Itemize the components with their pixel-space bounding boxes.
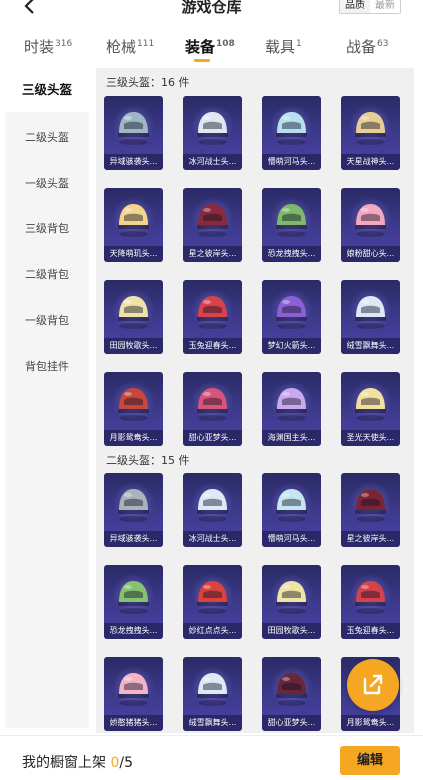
share-button[interactable] [347, 659, 399, 711]
item-name: 冰河战士头... [183, 531, 242, 547]
item-name: 绒雪飘舞头... [183, 715, 242, 731]
sidebar-item-level2-backpack[interactable]: 二级背包 [5, 266, 89, 282]
sort-option-quality[interactable]: 品质 [340, 0, 370, 13]
item-card[interactable]: 恐龙拽拽头... [262, 188, 321, 262]
item-name: 田园牧歌头... [104, 338, 163, 354]
section-title-level3-helmet: 三级头盔：16 件 [106, 76, 190, 89]
sidebar-item-level3-backpack[interactable]: 三级背包 [5, 220, 89, 236]
item-card[interactable]: 甜心亚梦头... [183, 372, 242, 446]
item-grid[interactable]: 三级头盔：16 件 二级头盔：15 件 异域骇袭头... 冰河战士头... 懵萌河马… [96, 68, 414, 733]
item-card[interactable]: 田园牧歌头... [104, 280, 163, 354]
item-name: 恐龙拽拽头... [104, 623, 163, 639]
item-card[interactable]: 月影鸳鸯头... [104, 372, 163, 446]
sidebar-item-level1-backpack[interactable]: 一级背包 [5, 312, 89, 328]
bottom-bar: 我的橱窗上架 0/5 编辑 [0, 735, 423, 780]
item-card[interactable]: 星之彼岸头... [183, 188, 242, 262]
edit-button[interactable]: 编辑 [340, 746, 400, 775]
item-card[interactable]: 海渊国主头... [262, 372, 321, 446]
item-name: 甜心亚梦头... [262, 715, 321, 731]
item-name: 星之彼岸头... [183, 246, 242, 262]
item-name: 甜心亚梦头... [183, 430, 242, 446]
item-card[interactable]: 娇憨猪猪头... [104, 657, 163, 731]
item-name: 星之彼岸头... [341, 531, 400, 547]
item-card[interactable]: 恐龙拽拽头... [104, 565, 163, 639]
item-card[interactable]: 冰河战士头... [183, 473, 242, 547]
item-card[interactable]: 天星战神头... [341, 96, 400, 170]
item-name: 娇憨猪猪头... [104, 715, 163, 731]
item-card[interactable]: 甜心亚梦头... [262, 657, 321, 731]
item-name: 梦幻火箭头... [262, 338, 321, 354]
sidebar-item-level1-helmet[interactable]: 一级头盔 [5, 175, 89, 191]
item-name: 月影鸳鸯头... [341, 715, 400, 731]
item-card[interactable]: 玉兔迎春头... [341, 565, 400, 639]
sort-option-newest[interactable]: 最新 [370, 0, 400, 13]
item-name: 海渊国主头... [262, 430, 321, 446]
item-card[interactable]: 田园牧歌头... [262, 565, 321, 639]
item-card[interactable]: 异域骇袭头... [104, 473, 163, 547]
item-card[interactable]: 星之彼岸头... [341, 473, 400, 547]
item-name: 冰河战士头... [183, 154, 242, 170]
item-name: 天星战神头... [341, 154, 400, 170]
sidebar-item-level3-helmet[interactable]: 三级头盔 [5, 68, 89, 112]
share-icon [363, 674, 383, 695]
item-name: 玉兔迎春头... [183, 338, 242, 354]
item-card[interactable]: 妙红点点头... [183, 565, 242, 639]
item-card[interactable]: 圣光天使头... [341, 372, 400, 446]
item-card[interactable]: 梦幻火箭头... [262, 280, 321, 354]
section-title-level2-helmet: 二级头盔：15 件 [106, 454, 190, 467]
item-name: 异域骇袭头... [104, 154, 163, 170]
tab-active-indicator [194, 59, 210, 62]
item-name: 圣光天使头... [341, 430, 400, 446]
tab-equipment[interactable]: 装备108 [185, 36, 235, 57]
item-card[interactable]: 懵萌河马头... [262, 473, 321, 547]
item-name: 娘粉甜心头... [341, 246, 400, 262]
sort-toggle[interactable]: 品质 最新 [339, 0, 401, 14]
item-name: 懵萌河马头... [262, 154, 321, 170]
tab-vehicles[interactable]: 载具1 [265, 36, 302, 57]
item-card[interactable]: 天降萌玑头... [104, 188, 163, 262]
tab-supplies[interactable]: 战备63 [346, 36, 388, 57]
item-name: 懵萌河马头... [262, 531, 321, 547]
category-tabs: 时装316 枪械111 装备108 载具1 战备63 [0, 30, 423, 70]
item-card[interactable]: 冰河战士头... [183, 96, 242, 170]
item-name: 天降萌玑头... [104, 246, 163, 262]
showcase-total: /5 [119, 755, 133, 771]
item-name: 恐龙拽拽头... [262, 246, 321, 262]
sidebar-item-backpack-pendant[interactable]: 背包挂件 [5, 358, 89, 374]
item-name: 妙红点点头... [183, 623, 242, 639]
item-name: 绒雪飘舞头... [341, 338, 400, 354]
item-card[interactable]: 娘粉甜心头... [341, 188, 400, 262]
item-card[interactable]: 懵萌河马头... [262, 96, 321, 170]
item-name: 异域骇袭头... [104, 531, 163, 547]
sidebar: 三级头盔 二级头盔 一级头盔 三级背包 二级背包 一级背包 背包挂件 [5, 68, 89, 728]
tab-fashion[interactable]: 时装316 [24, 36, 72, 57]
item-name: 月影鸳鸯头... [104, 430, 163, 446]
item-card[interactable]: 异域骇袭头... [104, 96, 163, 170]
item-name: 田园牧歌头... [262, 623, 321, 639]
item-card[interactable]: 绒雪飘舞头... [341, 280, 400, 354]
item-card[interactable]: 玉兔迎春头... [183, 280, 242, 354]
showcase-status: 我的橱窗上架 0/5 [22, 755, 133, 771]
item-card[interactable]: 绒雪飘舞头... [183, 657, 242, 731]
top-bar: 游戏仓库 品质 最新 [0, 0, 423, 22]
tab-firearms[interactable]: 枪械111 [106, 36, 154, 57]
item-name: 玉兔迎春头... [341, 623, 400, 639]
sidebar-item-level2-helmet[interactable]: 二级头盔 [5, 129, 89, 145]
